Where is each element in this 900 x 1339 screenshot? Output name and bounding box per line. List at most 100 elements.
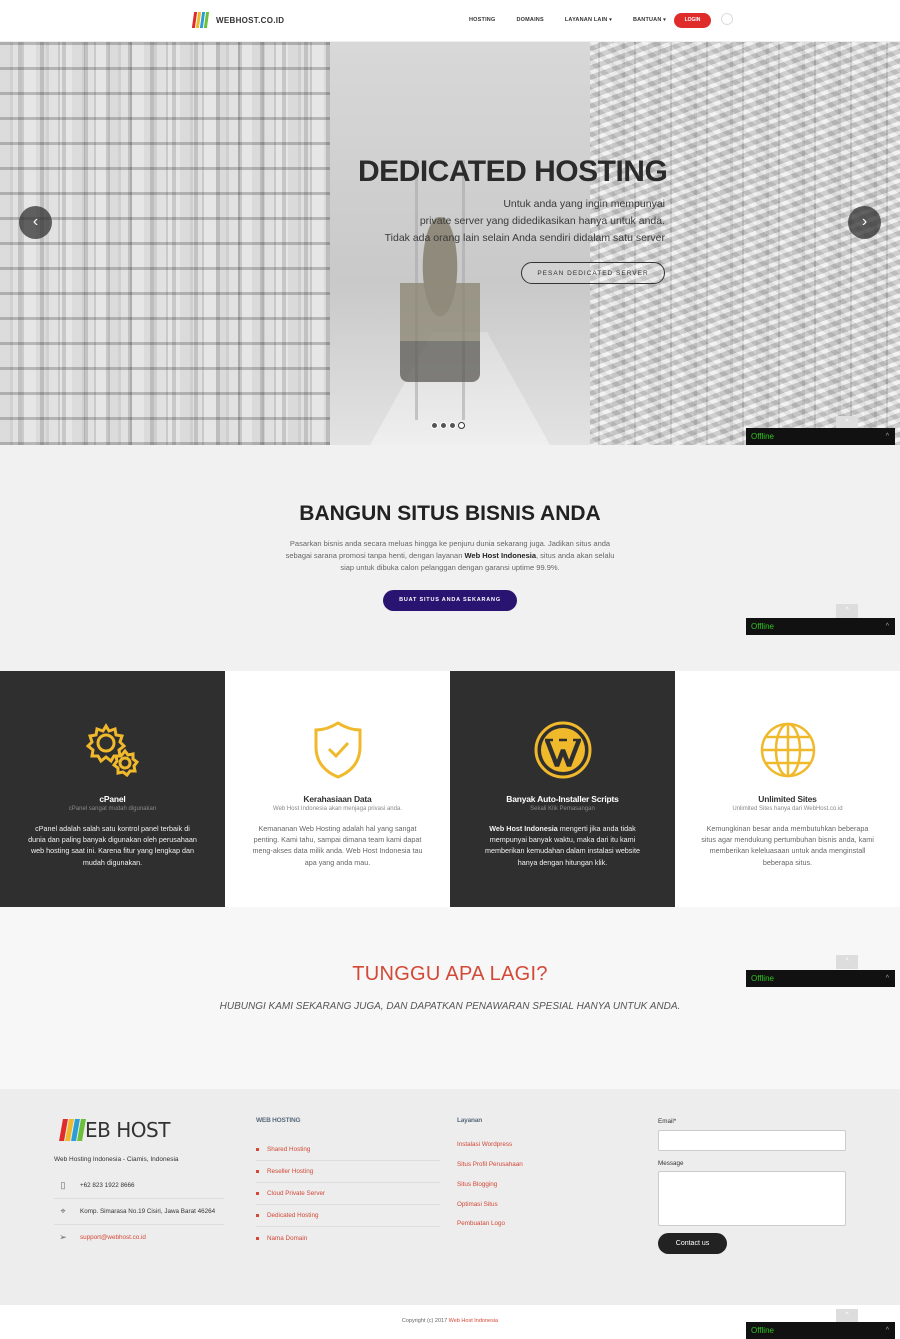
feature-cpanel: cPanel cPanel sangat mudah digunakan cPa… xyxy=(0,671,225,907)
feature-subtitle: Unlimited Sites hanya dari WebHost.co.id xyxy=(732,806,843,812)
copyright-link[interactable]: Web Host Indonesia xyxy=(449,1318,498,1324)
cta-subtitle: HUBUNGI KAMI SEKARANG JUGA, DAN DAPATKAN… xyxy=(219,1001,681,1012)
message-textarea[interactable] xyxy=(658,1171,846,1226)
chat-widget[interactable]: Offline ^ xyxy=(746,970,895,987)
chevron-up-icon: ^ xyxy=(845,958,849,965)
slider-dot-active[interactable] xyxy=(458,422,465,429)
chat-status: Offline xyxy=(751,432,774,441)
nav-domains[interactable]: DOMAINS xyxy=(516,17,543,23)
gears-icon xyxy=(80,717,146,783)
slider-dots xyxy=(431,422,465,429)
email-field[interactable] xyxy=(658,1130,846,1151)
chat-widget[interactable]: Offline ^ xyxy=(746,618,895,635)
chat-widget[interactable]: Offline ^ xyxy=(746,1322,895,1339)
hero-title: DEDICATED HOSTING xyxy=(358,155,668,188)
chat-widget[interactable]: Offline ^ xyxy=(746,428,895,445)
footer-email: ➢ support@webhost.co.id xyxy=(54,1224,224,1250)
search-icon[interactable] xyxy=(721,13,733,25)
site-logo[interactable]: WEBHOST.CO.ID xyxy=(191,12,285,28)
chevron-down-icon: ▾ xyxy=(663,17,666,23)
feature-unlimited-sites: Unlimited Sites Unlimited Sites hanya da… xyxy=(675,671,900,907)
feature-title: Banyak Auto-Installer Scripts xyxy=(506,794,619,804)
footer-link-instalasi-wordpress[interactable]: Instalasi Wordpress xyxy=(457,1141,512,1148)
footer-link-situs-blogging[interactable]: Situs Blogging xyxy=(457,1181,497,1188)
chevron-up-icon: ^ xyxy=(845,419,849,426)
chevron-down-icon: ▾ xyxy=(609,17,612,23)
nav-layanan-lain[interactable]: LAYANAN LAIN ▾ xyxy=(565,17,612,23)
bullet-icon xyxy=(256,1214,259,1217)
phone-number: +62 823 1922 8666 xyxy=(80,1182,135,1189)
login-button[interactable]: LOGIN xyxy=(674,13,711,28)
message-label: Message xyxy=(658,1160,684,1167)
footer-link-nama-domain[interactable]: Nama Domain xyxy=(256,1227,440,1249)
bullet-icon xyxy=(256,1170,259,1173)
footer-address: ⌖ Komp. Simarasa No.19 Cisiri, Jawa Bara… xyxy=(54,1199,224,1225)
feature-subtitle: Sekali Klik Pemasangan xyxy=(530,806,595,812)
hero-subtitle-line: Tidak ada orang lain selain Anda sendiri… xyxy=(384,232,665,244)
send-icon: ➢ xyxy=(59,1231,67,1242)
shield-check-icon xyxy=(305,717,371,783)
bullet-icon xyxy=(256,1236,259,1240)
section-text: Pasarkan bisnis anda secara meluas hingg… xyxy=(280,538,620,573)
feature-auto-installer: Banyak Auto-Installer Scripts Sekali Kli… xyxy=(450,671,675,907)
phone-icon: ▯ xyxy=(60,1180,66,1190)
chevron-up-icon: ^ xyxy=(885,623,889,630)
copyright-label: Copyright (c) 2017 xyxy=(401,1318,449,1324)
footer-logo[interactable]: EB HOST xyxy=(59,1118,170,1142)
footer: EB HOST Web Hosting Indonesia - Ciamis, … xyxy=(0,1089,900,1305)
footer-link-pembuatan-logo[interactable]: Pembuatan Logo xyxy=(457,1220,505,1227)
chevron-up-icon: ^ xyxy=(845,607,849,614)
chat-status: Offline xyxy=(751,1326,774,1335)
bullet-icon xyxy=(256,1148,259,1151)
logo-text: WEBHOST.CO.ID xyxy=(216,15,285,25)
address-text: Komp. Simarasa No.19 Cisiri, Jawa Barat … xyxy=(80,1208,216,1215)
section-text-bold: Web Host Indonesia xyxy=(464,550,537,560)
footer-link-optimasi-situs[interactable]: Optimasi Situs xyxy=(457,1201,498,1208)
order-dedicated-server-button[interactable]: PESAN DEDICATED SERVER xyxy=(521,262,665,284)
footer-logo-text: EB HOST xyxy=(85,1118,170,1142)
feature-title: Kerahasiaan Data xyxy=(303,794,372,804)
chevron-up-icon: ^ xyxy=(845,1312,849,1319)
layanan-heading: Layanan xyxy=(457,1117,482,1124)
cta-section: TUNGGU APA LAGI? HUBUNGI KAMI SEKARANG J… xyxy=(0,907,900,1089)
footer-link-dedicated-hosting[interactable]: Dedicated Hosting xyxy=(256,1205,440,1227)
globe-icon xyxy=(755,717,821,783)
chevron-up-icon: ^ xyxy=(885,433,889,440)
nav-bantuan[interactable]: BANTUAN ▾ xyxy=(633,17,666,23)
contact-submit-button[interactable]: Contact us xyxy=(658,1233,727,1254)
slider-next-arrow-icon[interactable]: › xyxy=(848,206,881,239)
scroll-top-button[interactable]: ^ xyxy=(836,955,858,969)
feature-text-bold: Web Host Indonesia xyxy=(489,824,558,833)
scroll-top-button[interactable]: ^ xyxy=(836,604,858,618)
slider-prev-arrow-icon[interactable]: ‹ xyxy=(19,206,52,239)
nav-layanan-lain-label: LAYANAN LAIN xyxy=(564,17,608,23)
footer-link-shared-hosting[interactable]: Shared Hosting xyxy=(256,1139,440,1161)
logo-mark-icon xyxy=(59,1119,86,1141)
feature-title: Unlimited Sites xyxy=(758,794,817,804)
feature-text: Web Host Indonesia mengerti jika anda ti… xyxy=(476,823,649,868)
slider-dot[interactable] xyxy=(431,422,438,429)
footer-link-cloud-private-server[interactable]: Cloud Private Server xyxy=(256,1183,440,1205)
feature-subtitle: Web Host Indonesia akan menjaga privasi … xyxy=(273,806,402,812)
email-label: Email* xyxy=(658,1118,677,1125)
scroll-top-button[interactable]: ^ xyxy=(836,1309,858,1323)
wordpress-icon xyxy=(530,717,596,783)
hero-image-left xyxy=(0,42,330,445)
chat-status: Offline xyxy=(751,622,774,631)
feature-text: Kemungkinan besar anda membutuhkan beber… xyxy=(701,824,874,867)
feature-kerahasiaan-data: Kerahasiaan Data Web Host Indonesia akan… xyxy=(225,671,450,907)
build-site-button[interactable]: BUAT SITUS ANDA SEKARANG xyxy=(383,590,517,611)
feature-subtitle: cPanel sangat mudah digunakan xyxy=(68,806,157,812)
nav-bantuan-label: BANTUAN xyxy=(632,17,662,23)
features-section: cPanel cPanel sangat mudah digunakan cPa… xyxy=(0,671,900,907)
top-navbar: WEBHOST.CO.ID HOSTING DOMAINS LAYANAN LA… xyxy=(0,0,900,42)
slider-dot[interactable] xyxy=(440,422,447,429)
footer-link-label: Cloud Private Server xyxy=(267,1190,326,1197)
email-link[interactable]: support@webhost.co.id xyxy=(80,1234,146,1241)
footer-link-reseller-hosting[interactable]: Reseller Hosting xyxy=(256,1161,440,1183)
footer-link-situs-profil[interactable]: Situs Profil Perusahaan xyxy=(457,1161,523,1168)
nav-hosting[interactable]: HOSTING xyxy=(469,17,495,23)
slider-dot[interactable] xyxy=(449,422,456,429)
hero-slider: DEDICATED HOSTING Untuk anda yang ingin … xyxy=(0,42,900,445)
footer-link-label: Nama Domain xyxy=(267,1234,308,1242)
